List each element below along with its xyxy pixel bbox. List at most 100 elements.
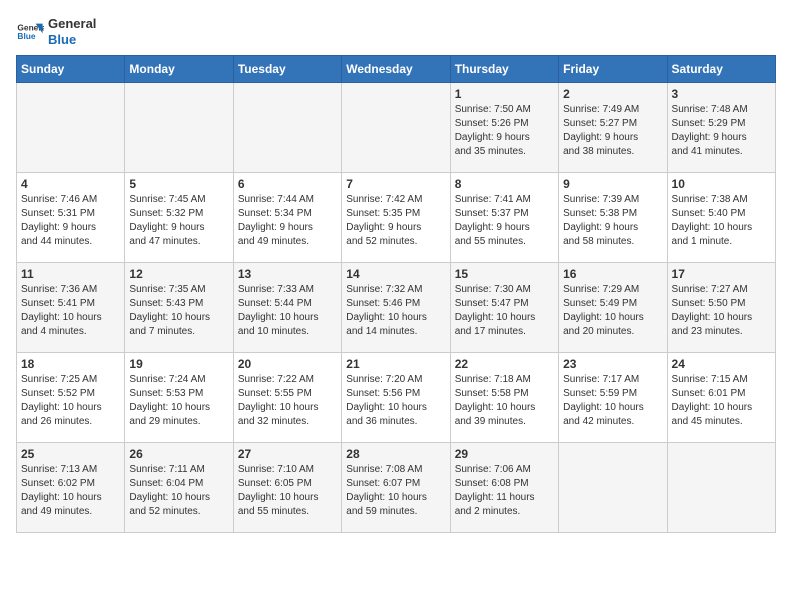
day-number: 28 — [346, 447, 445, 461]
header-sunday: Sunday — [17, 56, 125, 83]
day-number: 25 — [21, 447, 120, 461]
header-wednesday: Wednesday — [342, 56, 450, 83]
day-number: 23 — [563, 357, 662, 371]
day-number: 16 — [563, 267, 662, 281]
logo: General Blue General Blue — [16, 16, 96, 47]
header-monday: Monday — [125, 56, 233, 83]
day-number: 8 — [455, 177, 554, 191]
day-number: 18 — [21, 357, 120, 371]
day-number: 3 — [672, 87, 771, 101]
day-info: Sunrise: 7:11 AM Sunset: 6:04 PM Dayligh… — [129, 463, 228, 519]
day-number: 27 — [238, 447, 337, 461]
day-info: Sunrise: 7:17 AM Sunset: 5:59 PM Dayligh… — [563, 373, 662, 429]
day-info: Sunrise: 7:27 AM Sunset: 5:50 PM Dayligh… — [672, 283, 771, 339]
calendar-cell: 17 Sunrise: 7:27 AM Sunset: 5:50 PM Dayli… — [667, 263, 775, 353]
day-number: 2 — [563, 87, 662, 101]
day-number: 10 — [672, 177, 771, 191]
day-info: Sunrise: 7:30 AM Sunset: 5:47 PM Dayligh… — [455, 283, 554, 339]
day-info: Sunrise: 7:10 AM Sunset: 6:05 PM Dayligh… — [238, 463, 337, 519]
calendar-cell: 13 Sunrise: 7:33 AM Sunset: 5:44 PM Dayli… — [233, 263, 341, 353]
day-info: Sunrise: 7:50 AM Sunset: 5:26 PM Dayligh… — [455, 103, 554, 159]
day-info: Sunrise: 7:32 AM Sunset: 5:46 PM Dayligh… — [346, 283, 445, 339]
day-info: Sunrise: 7:38 AM Sunset: 5:40 PM Dayligh… — [672, 193, 771, 249]
day-number: 17 — [672, 267, 771, 281]
calendar-cell — [125, 83, 233, 173]
calendar-cell: 19Sunrise: 7:24 AM Sunset: 5:53 PM Dayli… — [125, 353, 233, 443]
day-number: 4 — [21, 177, 120, 191]
calendar-cell: 3 Sunrise: 7:48 AM Sunset: 5:29 PM Daylig… — [667, 83, 775, 173]
day-number: 24 — [672, 357, 771, 371]
calendar-cell: 29 Sunrise: 7:06 AM Sunset: 6:08 PM Dayli… — [450, 443, 558, 533]
day-info: Sunrise: 7:49 AM Sunset: 5:27 PM Dayligh… — [563, 103, 662, 159]
logo-text: General Blue — [48, 16, 96, 47]
calendar-week-row: 4 Sunrise: 7:46 AM Sunset: 5:31 PM Daylig… — [17, 173, 776, 263]
header-thursday: Thursday — [450, 56, 558, 83]
day-info: Sunrise: 7:06 AM Sunset: 6:08 PM Dayligh… — [455, 463, 554, 519]
day-info: Sunrise: 7:36 AM Sunset: 5:41 PM Dayligh… — [21, 283, 120, 339]
calendar-cell: 12 Sunrise: 7:35 AM Sunset: 5:43 PM Dayli… — [125, 263, 233, 353]
calendar-cell: 11Sunrise: 7:36 AM Sunset: 5:41 PM Dayli… — [17, 263, 125, 353]
calendar-cell: 21Sunrise: 7:20 AM Sunset: 5:56 PM Dayli… — [342, 353, 450, 443]
calendar-cell: 8Sunrise: 7:41 AM Sunset: 5:37 PM Daylig… — [450, 173, 558, 263]
calendar-cell: 25 Sunrise: 7:13 AM Sunset: 6:02 PM Dayli… — [17, 443, 125, 533]
calendar-cell: 1 Sunrise: 7:50 AM Sunset: 5:26 PM Daylig… — [450, 83, 558, 173]
calendar-cell — [667, 443, 775, 533]
day-number: 20 — [238, 357, 337, 371]
calendar-cell: 26 Sunrise: 7:11 AM Sunset: 6:04 PM Dayli… — [125, 443, 233, 533]
header-tuesday: Tuesday — [233, 56, 341, 83]
header-friday: Friday — [559, 56, 667, 83]
day-info: Sunrise: 7:35 AM Sunset: 5:43 PM Dayligh… — [129, 283, 228, 339]
day-info: Sunrise: 7:33 AM Sunset: 5:44 PM Dayligh… — [238, 283, 337, 339]
calendar-week-row: 1 Sunrise: 7:50 AM Sunset: 5:26 PM Daylig… — [17, 83, 776, 173]
header: General Blue General Blue — [16, 16, 776, 47]
day-number: 1 — [455, 87, 554, 101]
day-info: Sunrise: 7:18 AM Sunset: 5:58 PM Dayligh… — [455, 373, 554, 429]
calendar-cell: 23 Sunrise: 7:17 AM Sunset: 5:59 PM Dayli… — [559, 353, 667, 443]
calendar-cell: 10 Sunrise: 7:38 AM Sunset: 5:40 PM Dayli… — [667, 173, 775, 263]
calendar-cell: 6 Sunrise: 7:44 AM Sunset: 5:34 PM Daylig… — [233, 173, 341, 263]
day-number: 21 — [346, 357, 445, 371]
day-info: Sunrise: 7:15 AM Sunset: 6:01 PM Dayligh… — [672, 373, 771, 429]
calendar-header-row: SundayMondayTuesdayWednesdayThursdayFrid… — [17, 56, 776, 83]
day-number: 15 — [455, 267, 554, 281]
calendar-cell: 16Sunrise: 7:29 AM Sunset: 5:49 PM Dayli… — [559, 263, 667, 353]
day-info: Sunrise: 7:48 AM Sunset: 5:29 PM Dayligh… — [672, 103, 771, 159]
calendar-cell: 15 Sunrise: 7:30 AM Sunset: 5:47 PM Dayli… — [450, 263, 558, 353]
day-number: 14 — [346, 267, 445, 281]
calendar-cell: 24 Sunrise: 7:15 AM Sunset: 6:01 PM Dayli… — [667, 353, 775, 443]
logo-icon: General Blue — [16, 18, 44, 46]
day-number: 22 — [455, 357, 554, 371]
calendar-cell: 4 Sunrise: 7:46 AM Sunset: 5:31 PM Daylig… — [17, 173, 125, 263]
calendar-cell: 22 Sunrise: 7:18 AM Sunset: 5:58 PM Dayli… — [450, 353, 558, 443]
header-saturday: Saturday — [667, 56, 775, 83]
day-number: 13 — [238, 267, 337, 281]
day-number: 26 — [129, 447, 228, 461]
calendar-cell: 20Sunrise: 7:22 AM Sunset: 5:55 PM Dayli… — [233, 353, 341, 443]
day-info: Sunrise: 7:45 AM Sunset: 5:32 PM Dayligh… — [129, 193, 228, 249]
calendar-cell: 27 Sunrise: 7:10 AM Sunset: 6:05 PM Dayli… — [233, 443, 341, 533]
calendar-cell — [17, 83, 125, 173]
day-number: 12 — [129, 267, 228, 281]
day-info: Sunrise: 7:25 AM Sunset: 5:52 PM Dayligh… — [21, 373, 120, 429]
day-number: 7 — [346, 177, 445, 191]
calendar-cell: 5 Sunrise: 7:45 AM Sunset: 5:32 PM Daylig… — [125, 173, 233, 263]
calendar-week-row: 18 Sunrise: 7:25 AM Sunset: 5:52 PM Dayli… — [17, 353, 776, 443]
day-info: Sunrise: 7:39 AM Sunset: 5:38 PM Dayligh… — [563, 193, 662, 249]
day-info: Sunrise: 7:46 AM Sunset: 5:31 PM Dayligh… — [21, 193, 120, 249]
calendar-cell: 7Sunrise: 7:42 AM Sunset: 5:35 PM Daylig… — [342, 173, 450, 263]
calendar-cell: 18 Sunrise: 7:25 AM Sunset: 5:52 PM Dayli… — [17, 353, 125, 443]
calendar-week-row: 25 Sunrise: 7:13 AM Sunset: 6:02 PM Dayli… — [17, 443, 776, 533]
svg-text:Blue: Blue — [17, 31, 35, 41]
calendar-table: SundayMondayTuesdayWednesdayThursdayFrid… — [16, 55, 776, 533]
calendar-cell: 28 Sunrise: 7:08 AM Sunset: 6:07 PM Dayli… — [342, 443, 450, 533]
calendar-cell: 2 Sunrise: 7:49 AM Sunset: 5:27 PM Daylig… — [559, 83, 667, 173]
day-info: Sunrise: 7:13 AM Sunset: 6:02 PM Dayligh… — [21, 463, 120, 519]
day-info: Sunrise: 7:08 AM Sunset: 6:07 PM Dayligh… — [346, 463, 445, 519]
day-info: Sunrise: 7:44 AM Sunset: 5:34 PM Dayligh… — [238, 193, 337, 249]
day-number: 6 — [238, 177, 337, 191]
calendar-cell: 14 Sunrise: 7:32 AM Sunset: 5:46 PM Dayli… — [342, 263, 450, 353]
calendar-cell — [559, 443, 667, 533]
day-number: 29 — [455, 447, 554, 461]
day-number: 9 — [563, 177, 662, 191]
day-number: 5 — [129, 177, 228, 191]
